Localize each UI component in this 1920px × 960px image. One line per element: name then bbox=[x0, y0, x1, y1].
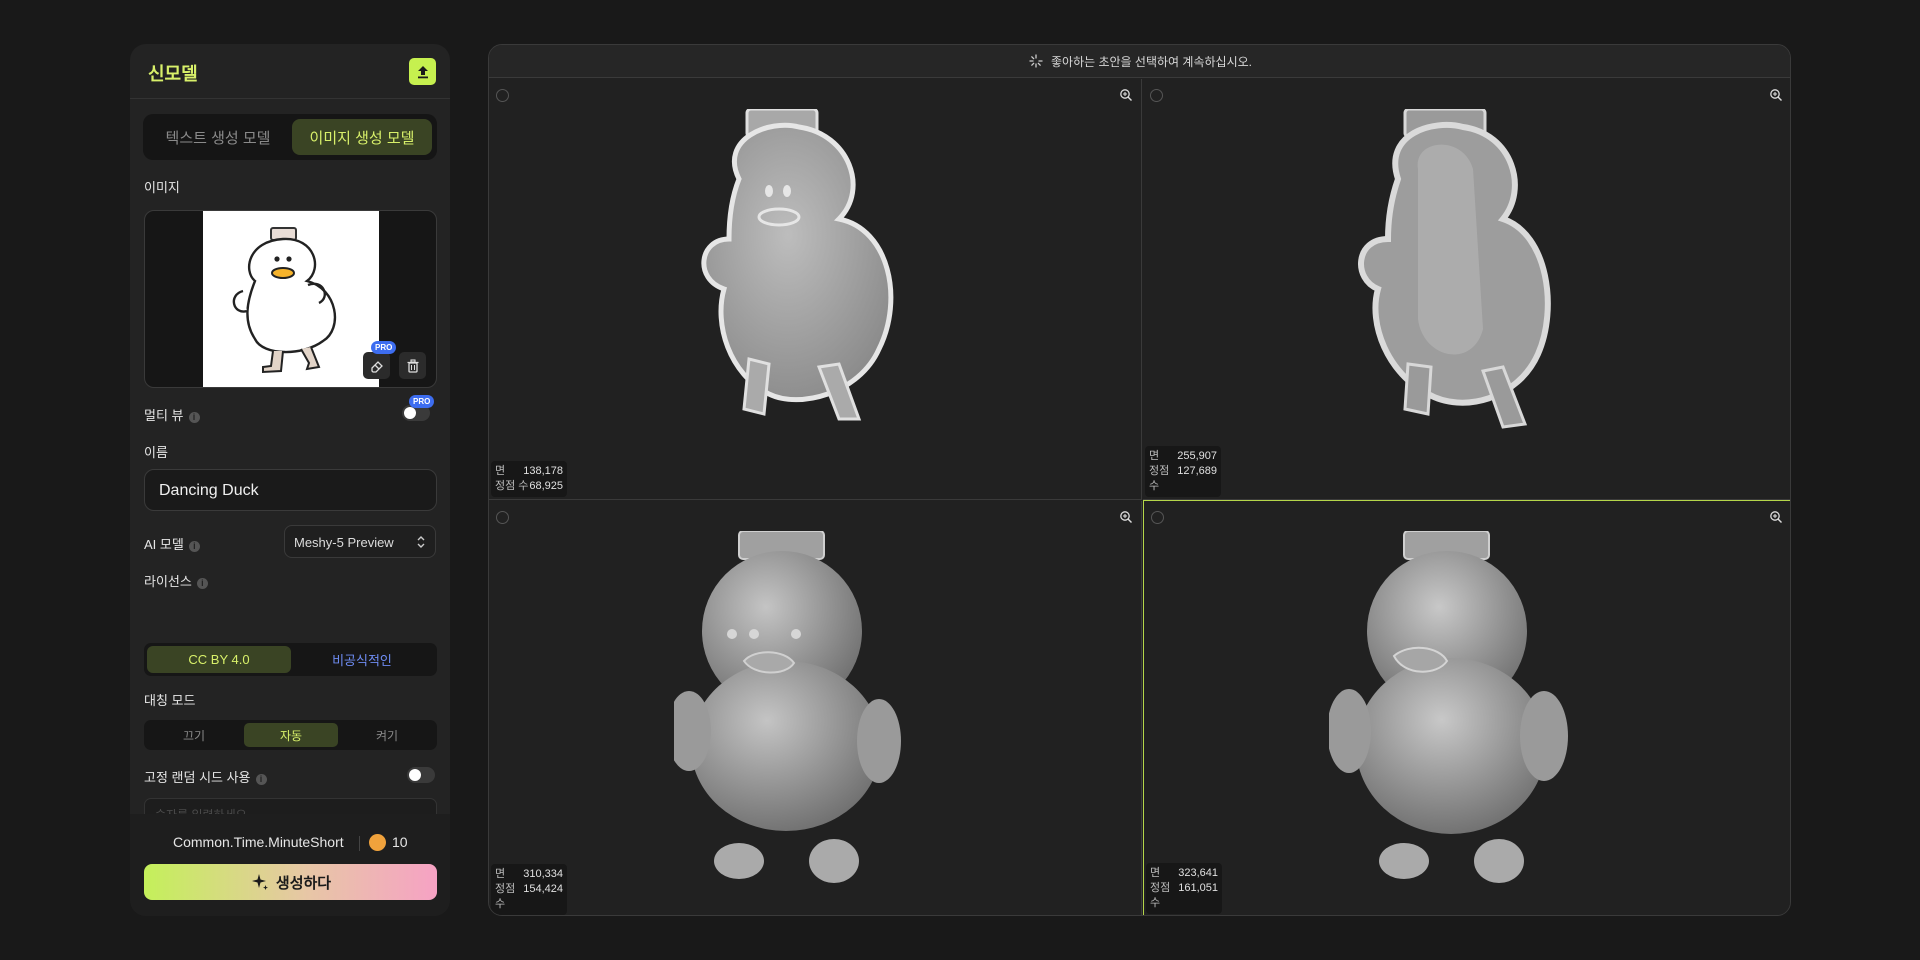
zoom-in-icon[interactable] bbox=[1119, 510, 1133, 524]
select-radio[interactable] bbox=[1150, 89, 1163, 102]
verts-count: 68,925 bbox=[529, 480, 563, 492]
seed-toggle[interactable] bbox=[407, 767, 435, 783]
generate-label: 생성하다 bbox=[275, 874, 332, 892]
credit-row: Common.Time.MinuteShort 10 bbox=[130, 830, 450, 856]
mesh-stats: 면 310,334 정점 수 154,424 bbox=[491, 864, 567, 915]
info-icon[interactable]: i bbox=[188, 541, 200, 552]
mesh-stats: 면 138,178 정점 수 68,925 bbox=[491, 461, 567, 497]
name-label: 이름 bbox=[144, 445, 168, 460]
verts-count: 161,051 bbox=[1178, 882, 1218, 894]
name-input[interactable]: Dancing Duck bbox=[144, 469, 437, 511]
divider bbox=[359, 836, 360, 851]
ai-model-label: AI 모델 i bbox=[144, 534, 200, 553]
draft-card-3[interactable]: 면 310,334 정점 수 154,424 bbox=[489, 501, 1142, 915]
symmetry-selector: 끄기 자동 켜기 bbox=[144, 720, 437, 750]
draft-viewport: 좋아하는 초안을 선택하여 계속하십시오. 면 138,178 정점 수 68,92… bbox=[488, 44, 1791, 916]
draft-card-4-selected[interactable]: 면 323,641 정점 수 161,051 bbox=[1143, 500, 1790, 915]
zoom-in-icon[interactable] bbox=[1119, 88, 1133, 102]
trash-icon bbox=[407, 358, 418, 373]
info-icon[interactable]: i bbox=[255, 774, 267, 785]
faces-count: 138,178 bbox=[523, 465, 563, 477]
draft-card-2[interactable]: 면 255,907 정점 수 127,689 bbox=[1143, 79, 1790, 500]
generation-panel: 신모델 텍스트 생성 모델 이미지 생성 모델 이미지 PRO 멀티 뷰 i P… bbox=[130, 44, 450, 916]
mode-tabs: 텍스트 생성 모델 이미지 생성 모델 bbox=[143, 114, 437, 160]
faces-label: 면 bbox=[1150, 867, 1161, 879]
erase-background-button[interactable] bbox=[363, 352, 390, 379]
faces-label: 면 bbox=[1149, 450, 1160, 462]
symmetry-auto[interactable]: 자동 bbox=[244, 723, 338, 747]
license-selector: CC BY 4.0 비공식적인 bbox=[144, 643, 437, 676]
multiview-label: 멀티 뷰i bbox=[144, 405, 200, 424]
seed-label: 고정 랜덤 시드 사용 i bbox=[144, 767, 267, 786]
verts-count: 154,424 bbox=[523, 883, 563, 895]
draft-model-3 bbox=[674, 531, 901, 883]
generate-button[interactable]: 생성하다 bbox=[144, 864, 437, 900]
panel-title: 신모델 bbox=[148, 64, 198, 84]
coin-icon bbox=[369, 834, 386, 851]
loading-sparkle-icon bbox=[1029, 54, 1043, 68]
select-radio[interactable] bbox=[496, 89, 509, 102]
ai-model-value: Meshy-5 Preview bbox=[294, 535, 394, 550]
faces-count: 323,641 bbox=[1178, 867, 1218, 879]
tab-image-model[interactable]: 이미지 생성 모델 bbox=[292, 119, 432, 155]
panel-header: 신모델 bbox=[130, 44, 450, 99]
upload-button[interactable] bbox=[409, 58, 436, 85]
pro-badge: PRO bbox=[371, 341, 397, 354]
mesh-stats: 면 255,907 정점 수 127,689 bbox=[1145, 446, 1221, 497]
faces-count: 310,334 bbox=[523, 868, 563, 880]
tab-text-model[interactable]: 텍스트 생성 모델 bbox=[148, 119, 288, 155]
faces-label: 면 bbox=[495, 868, 506, 880]
zoom-in-icon[interactable] bbox=[1769, 510, 1783, 524]
select-radio[interactable] bbox=[1151, 511, 1164, 524]
verts-label: 정점 수 bbox=[495, 883, 516, 910]
verts-count: 127,689 bbox=[1177, 465, 1217, 477]
info-icon[interactable]: i bbox=[196, 578, 208, 589]
image-section-label: 이미지 bbox=[144, 180, 180, 195]
pro-badge: PRO bbox=[409, 395, 435, 408]
draft-model-4 bbox=[1329, 531, 1568, 883]
zoom-in-icon[interactable] bbox=[1769, 88, 1783, 102]
time-estimate: Common.Time.MinuteShort bbox=[173, 834, 344, 850]
reference-image bbox=[203, 211, 379, 387]
upload-icon bbox=[417, 65, 428, 78]
draft-card-1[interactable]: 면 138,178 정점 수 68,925 bbox=[489, 79, 1142, 500]
symmetry-off[interactable]: 끄기 bbox=[147, 723, 241, 747]
delete-image-button[interactable] bbox=[399, 352, 426, 379]
draft-model-1 bbox=[701, 109, 894, 421]
viewport-header: 좋아하는 초안을 선택하여 계속하십시오. bbox=[489, 45, 1790, 78]
verts-label: 정점 수 bbox=[495, 480, 529, 492]
mesh-stats: 면 323,641 정점 수 161,051 bbox=[1146, 863, 1222, 914]
reference-image-box[interactable]: PRO bbox=[144, 210, 437, 388]
symmetry-label: 대칭 모드 bbox=[144, 693, 196, 708]
info-icon[interactable]: i bbox=[188, 412, 200, 423]
license-unofficial[interactable]: 비공식적인 bbox=[290, 646, 434, 673]
verts-label: 정점 수 bbox=[1150, 882, 1171, 909]
license-label: 라이선스 i bbox=[144, 571, 208, 590]
verts-label: 정점 수 bbox=[1149, 465, 1170, 492]
symmetry-on[interactable]: 켜기 bbox=[340, 723, 434, 747]
license-cc-by[interactable]: CC BY 4.0 bbox=[147, 646, 291, 673]
select-radio[interactable] bbox=[496, 511, 509, 524]
credit-cost: 10 bbox=[392, 834, 408, 850]
draft-model-2 bbox=[1358, 109, 1551, 429]
chevron-updown-icon bbox=[417, 536, 425, 548]
faces-count: 255,907 bbox=[1177, 450, 1217, 462]
eraser-icon bbox=[370, 360, 383, 373]
viewport-hint: 좋아하는 초안을 선택하여 계속하십시오. bbox=[1050, 54, 1253, 69]
ai-model-select[interactable]: Meshy-5 Preview bbox=[284, 525, 436, 558]
sparkle-icon bbox=[251, 874, 268, 890]
faces-label: 면 bbox=[495, 465, 506, 477]
